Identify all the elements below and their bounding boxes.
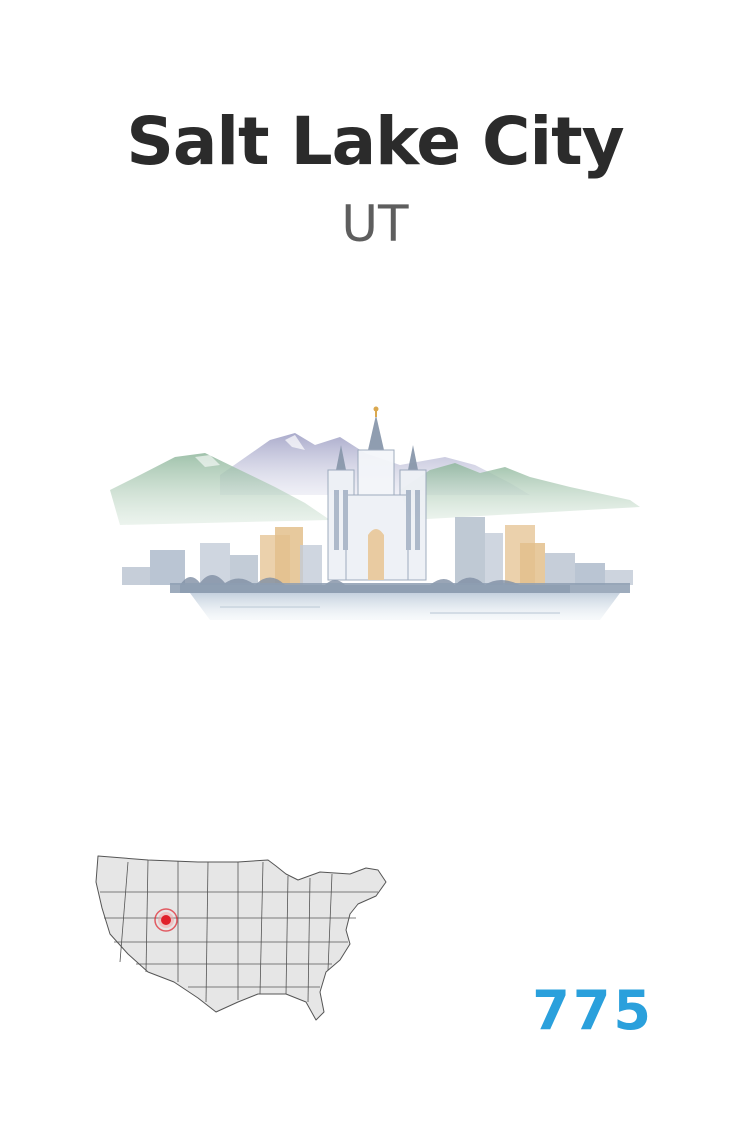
city-skyline-illustration [110, 406, 640, 620]
temple [327, 406, 427, 581]
location-marker-dot [161, 915, 171, 925]
state-subtitle: UT [341, 195, 409, 253]
area-code-number: 775 [532, 979, 654, 1042]
city-title: Salt Lake City [126, 103, 624, 180]
us-states-map-icon [95, 855, 387, 1021]
city-card: Salt Lake City UT 775 [0, 0, 750, 1125]
mountain-green-right [400, 463, 640, 520]
